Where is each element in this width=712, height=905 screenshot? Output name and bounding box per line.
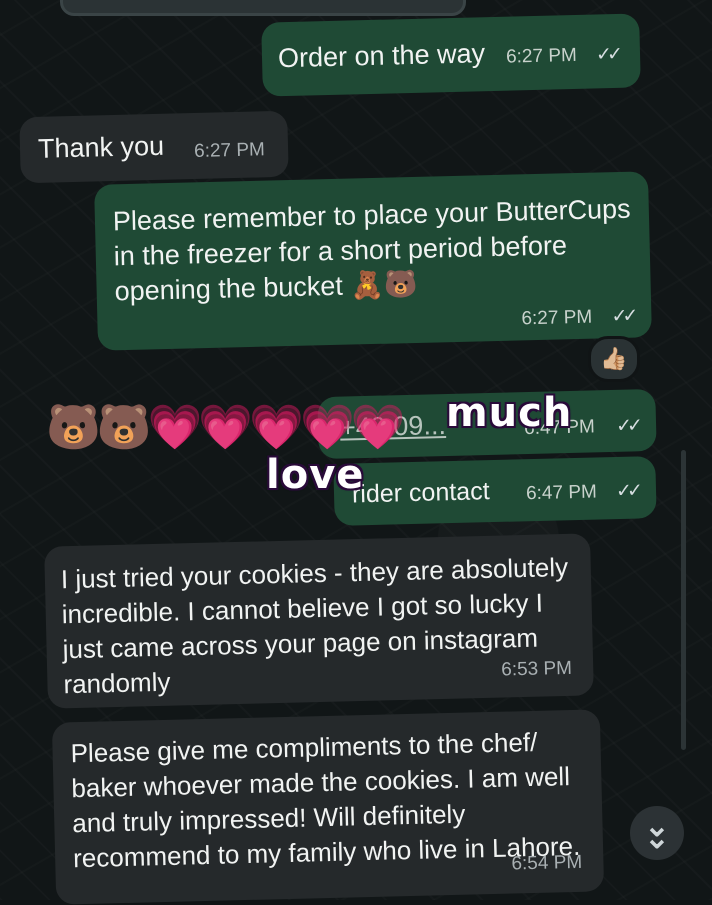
- message-bubble[interactable]: Please give me compliments to the chef/ …: [51, 709, 605, 905]
- previous-image-message[interactable]: [60, 0, 466, 16]
- thumbs-up-reaction-icon[interactable]: 👍🏼: [588, 336, 640, 382]
- pink-heart-icon: 💗: [147, 403, 203, 452]
- pink-heart-icon: 💗: [198, 403, 254, 452]
- emoji-sticker-overlay: 🐻 🐻 💗 💗 💗 💗 💗: [46, 398, 406, 458]
- message-text: Order on the way: [277, 38, 486, 74]
- bear-face-icon: 🐻: [46, 403, 101, 452]
- read-receipt-icon: ✓✓: [611, 305, 634, 328]
- message-time: 6:53 PM: [500, 657, 573, 681]
- message-time: 6:27 PM: [521, 306, 593, 330]
- message-text: rider contact: [351, 477, 490, 509]
- read-receipt-icon: ✓✓: [615, 480, 639, 503]
- message-time: 6:27 PM: [505, 44, 578, 68]
- message-bubble[interactable]: I just tried your cookies - they are abs…: [44, 533, 594, 709]
- message-time: 6:47 PM: [525, 481, 598, 505]
- sticker-text-love: love: [266, 452, 365, 498]
- message-time: 6:54 PM: [511, 851, 583, 875]
- scrollbar[interactable]: [681, 450, 686, 750]
- message-time: 6:27 PM: [193, 139, 266, 163]
- sticker-text-much: much: [446, 390, 573, 436]
- message-text: Thank you: [37, 130, 165, 164]
- message-text: Please remember to place your ButterCups…: [112, 193, 631, 307]
- chevron-double-down-icon[interactable]: ⌄ ⌄: [630, 806, 684, 860]
- bear-face-icon: 🐻: [96, 403, 152, 452]
- pink-heart-icon: 💗: [249, 403, 304, 452]
- message-bubble[interactable]: Order on the way 6:27 PM ✓✓: [261, 13, 641, 97]
- message-text: Please give me compliments to the chef/ …: [70, 726, 581, 874]
- pink-heart-icon: 💗: [350, 403, 406, 452]
- message-bubble[interactable]: Please remember to place your ButterCups…: [94, 171, 652, 351]
- read-receipt-icon: ✓✓: [595, 43, 619, 66]
- pink-heart-icon: 💗: [299, 403, 355, 452]
- read-receipt-icon: ✓✓: [615, 415, 639, 437]
- scroll-down-glyph-2: ⌄: [644, 822, 670, 855]
- message-bubble[interactable]: rider contact 6:47 PM ✓✓: [333, 456, 657, 526]
- message-bubble[interactable]: Thank you 6:27 PM: [19, 110, 289, 184]
